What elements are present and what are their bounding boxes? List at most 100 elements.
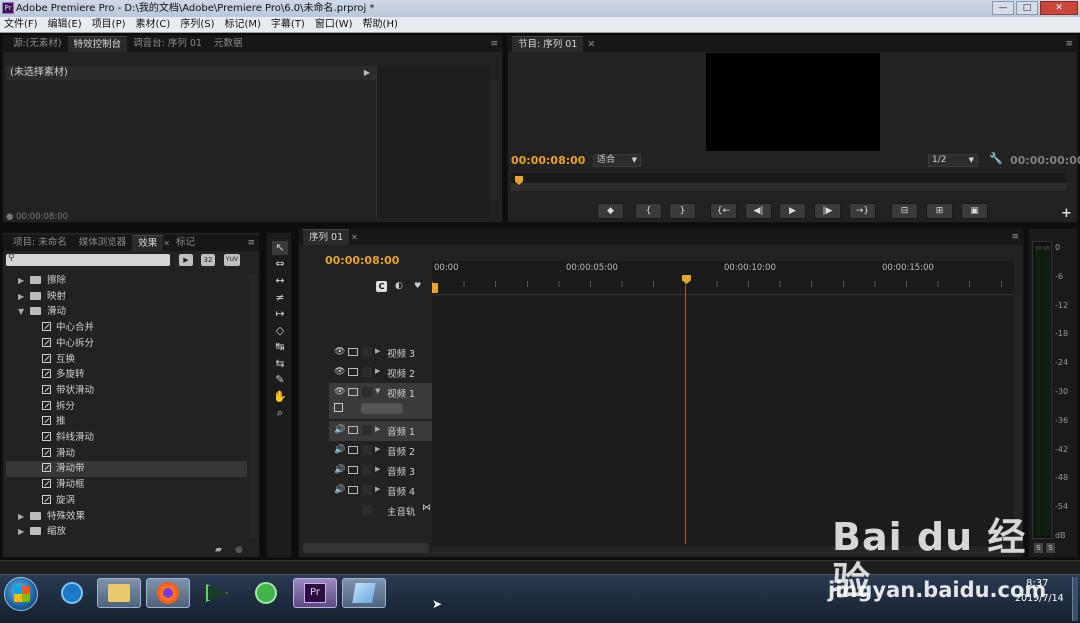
track-header[interactable]: 主音轨 ⋈ — [299, 501, 732, 521]
expand-arrow-icon[interactable]: ▶ — [18, 524, 30, 540]
track-target-toggle[interactable] — [362, 347, 372, 357]
go-to-out-button[interactable]: →} — [849, 203, 876, 219]
tab-metadata[interactable]: 元数据 — [208, 36, 249, 52]
track-target-toggle[interactable] — [362, 445, 372, 455]
razor-tool-icon[interactable]: ◇ — [272, 324, 288, 338]
menu-project[interactable]: 项目(P) — [92, 17, 126, 32]
panel-menu-icon[interactable]: ≡ — [1065, 36, 1073, 52]
track-lock-icon[interactable] — [348, 388, 358, 396]
master-track-icon[interactable]: ⋈ — [422, 503, 431, 513]
add-marker-icon[interactable]: ♥ — [414, 281, 421, 290]
scrollbar[interactable] — [249, 273, 257, 538]
tab-close-icon[interactable]: ✕ — [163, 239, 170, 248]
tab-project[interactable]: 项目: 未命名 — [7, 235, 73, 251]
mark-out-button[interactable]: } — [669, 203, 696, 219]
selection-tool-icon[interactable]: ↖ — [272, 241, 288, 255]
effect-item[interactable]: 滑动框 — [6, 477, 247, 493]
add-marker-button[interactable]: ◆ — [597, 203, 624, 219]
track-header[interactable]: 🔊 ▶ 音频 2 — [299, 441, 732, 461]
keyframe-navigator[interactable] — [361, 403, 403, 414]
track-header[interactable]: 🔊 ▶ 音频 4 — [299, 481, 732, 501]
tab-effects[interactable]: 效果 — [132, 235, 164, 251]
effect-item[interactable]: 拆分 — [6, 399, 247, 415]
track-lock-icon[interactable] — [348, 368, 358, 376]
resolution-dropdown[interactable]: 1/2 ▼ — [928, 154, 978, 167]
pen-tool-icon[interactable]: ✎ — [272, 373, 288, 387]
accelerated-effects-icon[interactable]: ▶ — [179, 254, 193, 266]
expand-arrow-icon[interactable]: ▶ — [18, 289, 30, 305]
track-audio-icon[interactable]: 🔊 — [334, 425, 345, 435]
taskbar-premiere-icon[interactable]: Pr — [293, 578, 337, 608]
expand-arrow-icon[interactable]: ▶ — [375, 465, 380, 473]
track-audio-icon[interactable]: 🔊 — [334, 465, 345, 475]
zoom-tool-icon[interactable]: ⌕ — [272, 406, 288, 420]
slide-tool-icon[interactable]: ⇆ — [272, 357, 288, 371]
mark-in-button[interactable]: { — [635, 203, 662, 219]
track-lock-icon[interactable] — [348, 466, 358, 474]
effect-item[interactable]: 带状滑动 — [6, 383, 247, 399]
scrollbar[interactable] — [491, 80, 499, 200]
minimize-button[interactable]: — — [992, 1, 1014, 15]
track-target-toggle[interactable] — [362, 367, 372, 377]
menu-window[interactable]: 窗口(W) — [315, 17, 353, 32]
effect-item[interactable]: 互换 — [6, 352, 247, 368]
effect-item[interactable]: 多旋转 — [6, 367, 247, 383]
effect-item[interactable]: 中心拆分 — [6, 336, 247, 352]
effects-folder[interactable]: ▶ 映射 — [6, 289, 247, 305]
timeline-ruler[interactable]: 00:00 00:00:05:00 00:00:10:00 00:00:15:0… — [432, 261, 1014, 295]
lift-button[interactable]: ⊟ — [891, 203, 918, 219]
track-header[interactable]: 👁 ▼ 视频 1 — [329, 383, 432, 419]
expand-arrow-icon[interactable]: ▶ — [375, 367, 380, 375]
hand-tool-icon[interactable]: ✋ — [272, 390, 288, 404]
wrench-icon[interactable]: 🔧 — [989, 152, 1003, 165]
delete-icon[interactable]: ● — [235, 545, 243, 555]
expand-arrow-icon[interactable]: ▶ — [375, 347, 380, 355]
slip-tool-icon[interactable]: ↹ — [272, 340, 288, 354]
track-select-tool-icon[interactable]: ⇔ — [272, 257, 288, 271]
track-header[interactable]: 👁 ▶ 视频 2 — [299, 363, 732, 383]
effect-item[interactable]: 中心合并 — [6, 320, 247, 336]
effect-item[interactable]: 滑动带 — [6, 461, 247, 478]
tab-effect-controls[interactable]: 特效控制台 — [67, 36, 128, 52]
go-to-in-button[interactable]: {← — [710, 203, 737, 219]
track-audio-icon[interactable]: 🔊 — [334, 485, 345, 495]
taskbar-notepad-icon[interactable] — [342, 578, 386, 608]
yuv-effects-icon[interactable]: YUV — [224, 254, 240, 266]
step-back-button[interactable]: ◀| — [745, 203, 772, 219]
track-lock-icon[interactable] — [348, 348, 358, 356]
panel-menu-icon[interactable]: ≡ — [490, 36, 498, 52]
taskbar-browser-icon[interactable] — [244, 578, 288, 608]
track-target-toggle[interactable] — [362, 425, 372, 435]
menu-file[interactable]: 文件(F) — [4, 17, 38, 32]
fit-dropdown[interactable]: 适合 ▼ — [593, 154, 641, 167]
collapse-arrow-icon[interactable]: ▼ — [375, 387, 380, 395]
taskbar-explorer-icon[interactable] — [97, 578, 141, 608]
set-encore-marker-icon[interactable]: ◐ — [395, 281, 403, 291]
effects-folder[interactable]: ▶ 缩放 — [6, 524, 247, 540]
tab-close-icon[interactable]: ✕ — [351, 233, 358, 242]
effects-folder[interactable]: ▶ 擦除 — [6, 273, 247, 289]
tab-markers[interactable]: 标记 — [170, 235, 201, 251]
add-button[interactable]: + — [1061, 206, 1072, 221]
effect-item[interactable]: 推 — [6, 414, 247, 430]
step-forward-button[interactable]: |▶ — [814, 203, 841, 219]
menu-sequence[interactable]: 序列(S) — [180, 17, 214, 32]
32bit-effects-icon[interactable]: 32 — [201, 254, 215, 266]
track-target-toggle[interactable] — [362, 485, 372, 495]
track-target-toggle[interactable] — [362, 505, 372, 515]
panel-menu-icon[interactable]: ≡ — [247, 235, 255, 251]
maximize-button[interactable]: □ — [1016, 1, 1038, 15]
export-frame-button[interactable]: ▣ — [961, 203, 988, 219]
expand-arrow-icon[interactable]: ▶ — [375, 445, 380, 453]
program-time-ruler[interactable] — [511, 173, 1066, 191]
menu-title[interactable]: 字幕(T) — [271, 17, 305, 32]
tab-sequence[interactable]: 序列 01 — [303, 229, 350, 245]
track-audio-icon[interactable]: 🔊 — [334, 445, 345, 455]
expand-arrow-icon[interactable]: ▶ — [364, 66, 370, 80]
start-button[interactable] — [4, 577, 38, 611]
timeline-timecode[interactable]: 00:00:08:00 — [325, 254, 399, 267]
track-lock-icon[interactable] — [348, 446, 358, 454]
new-bin-icon[interactable]: ▰ — [215, 545, 222, 555]
effect-item[interactable]: 滑动 — [6, 446, 247, 462]
collapse-arrow-icon[interactable]: ▼ — [18, 304, 30, 320]
